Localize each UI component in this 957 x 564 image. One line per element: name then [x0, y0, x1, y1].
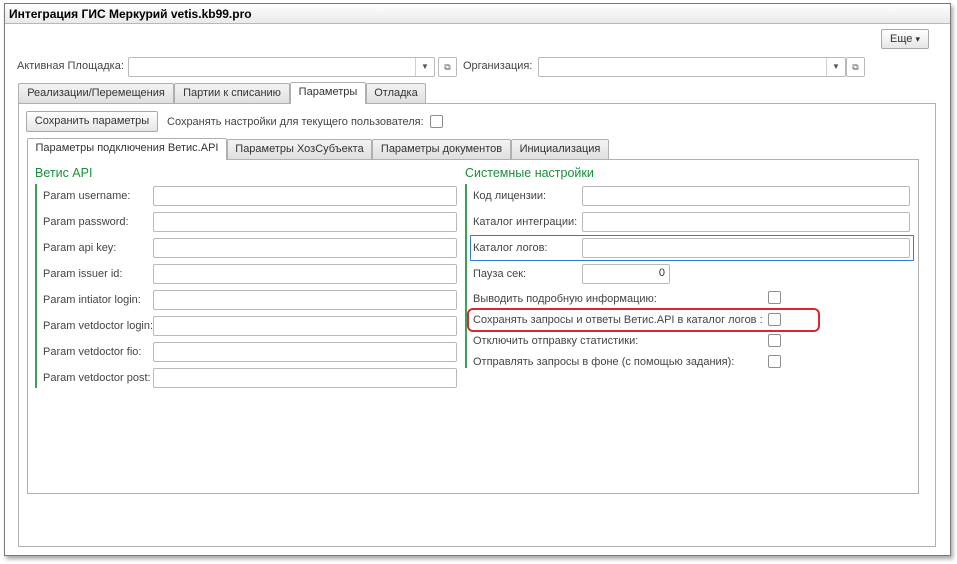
- save-parameters-button[interactable]: Сохранить параметры: [26, 111, 158, 132]
- disable-stats-checkbox[interactable]: [768, 334, 781, 347]
- save-parameters-label: Сохранить параметры: [34, 115, 150, 127]
- site-field[interactable]: [128, 57, 435, 77]
- background-checkbox[interactable]: [768, 355, 781, 368]
- org-open-button[interactable]: ⧉: [846, 57, 865, 77]
- verbose-checkbox[interactable]: [768, 291, 781, 304]
- log-dir-label: Каталог логов:: [473, 242, 548, 254]
- integration-dir-field[interactable]: [582, 212, 910, 232]
- param-issuer-id-field[interactable]: [153, 264, 457, 284]
- param-vetdoctor-fio-label: Param vetdoctor fio:: [43, 346, 142, 358]
- system-settings-group-title: Системные настройки: [465, 166, 594, 180]
- tab-debug[interactable]: Отладка: [366, 83, 426, 104]
- param-password-label: Param password:: [43, 216, 129, 228]
- param-initiator-login-field[interactable]: [153, 290, 457, 310]
- param-vetdoctor-login-label: Param vetdoctor login:: [43, 320, 154, 332]
- tab-label: Параметры подключения Ветис.API: [35, 142, 219, 154]
- tab-label: Отладка: [374, 87, 418, 99]
- title-bar: Интеграция ГИС Меркурий vetis.kb99.pro: [5, 4, 950, 24]
- pause-label: Пауза сек:: [473, 268, 527, 280]
- tab-label: Партии к списанию: [183, 87, 281, 99]
- main-window: Интеграция ГИС Меркурий vetis.kb99.pro Е…: [4, 3, 951, 556]
- vetis-api-group-bar: [35, 184, 37, 388]
- param-issuer-id-label: Param issuer id:: [43, 268, 123, 280]
- save-requests-checkbox[interactable]: [768, 313, 781, 326]
- more-button-label: Еще: [890, 33, 913, 45]
- open-icon: ⧉: [852, 62, 859, 72]
- org-label: Организация:: [463, 60, 533, 72]
- param-username-label: Param username:: [43, 190, 131, 202]
- log-dir-field[interactable]: [582, 238, 910, 258]
- disable-stats-label: Отключить отправку статистики:: [473, 335, 639, 347]
- save-for-user-checkbox[interactable]: [430, 115, 443, 128]
- integration-dir-label: Каталог интеграции:: [473, 216, 578, 228]
- system-settings-group-bar: [465, 184, 467, 368]
- vetis-api-group-title: Ветис API: [35, 166, 93, 180]
- tab-parameters[interactable]: Параметры: [290, 82, 366, 104]
- param-vetdoctor-post-field[interactable]: [153, 368, 457, 388]
- tab-label: Параметры ХозСубъекта: [235, 143, 364, 155]
- tab-initialization[interactable]: Инициализация: [511, 139, 609, 160]
- verbose-label: Выводить подробную информацию:: [473, 293, 657, 305]
- tab-documents[interactable]: Параметры документов: [372, 139, 511, 160]
- tab-label: Параметры документов: [380, 143, 503, 155]
- save-requests-label: Сохранять запросы и ответы Ветис.API в к…: [473, 314, 763, 326]
- tab-vetis-connection[interactable]: Параметры подключения Ветис.API: [27, 138, 227, 160]
- param-vetdoctor-post-label: Param vetdoctor post:: [43, 372, 151, 384]
- tab-label: Инициализация: [519, 143, 601, 155]
- org-field[interactable]: [538, 57, 846, 77]
- site-label: Активная Площадка:: [17, 60, 124, 72]
- open-icon: ⧉: [444, 62, 451, 72]
- param-username-field[interactable]: [153, 186, 457, 206]
- save-for-user-label: Сохранять настройки для текущего пользов…: [167, 116, 424, 128]
- tab-label: Параметры: [298, 86, 358, 98]
- license-label: Код лицензии:: [473, 190, 547, 202]
- param-api-key-label: Param api key:: [43, 242, 117, 254]
- param-initiator-login-label: Param intiator login:: [43, 294, 141, 306]
- org-dropdown-button[interactable]: ▼: [826, 58, 845, 76]
- param-vetdoctor-fio-field[interactable]: [153, 342, 457, 362]
- param-api-key-field[interactable]: [153, 238, 457, 258]
- tab-batches-writeoff[interactable]: Партии к списанию: [174, 83, 290, 104]
- tab-sales-transfers[interactable]: Реализации/Перемещения: [18, 83, 174, 104]
- tab-business-entity[interactable]: Параметры ХозСубъекта: [227, 139, 372, 160]
- more-button[interactable]: Еще ▾: [881, 29, 929, 49]
- chevron-down-icon: ▾: [915, 34, 920, 44]
- param-vetdoctor-login-field[interactable]: [153, 316, 457, 336]
- window-title: Интеграция ГИС Меркурий vetis.kb99.pro: [9, 7, 252, 21]
- pause-field[interactable]: 0: [582, 264, 670, 284]
- site-open-button[interactable]: ⧉: [438, 57, 457, 77]
- param-password-field[interactable]: [153, 212, 457, 232]
- background-label: Отправлять запросы в фоне (с помощью зад…: [473, 356, 735, 368]
- tab-label: Реализации/Перемещения: [27, 87, 165, 99]
- site-dropdown-button[interactable]: ▼: [415, 58, 434, 76]
- license-field[interactable]: [582, 186, 910, 206]
